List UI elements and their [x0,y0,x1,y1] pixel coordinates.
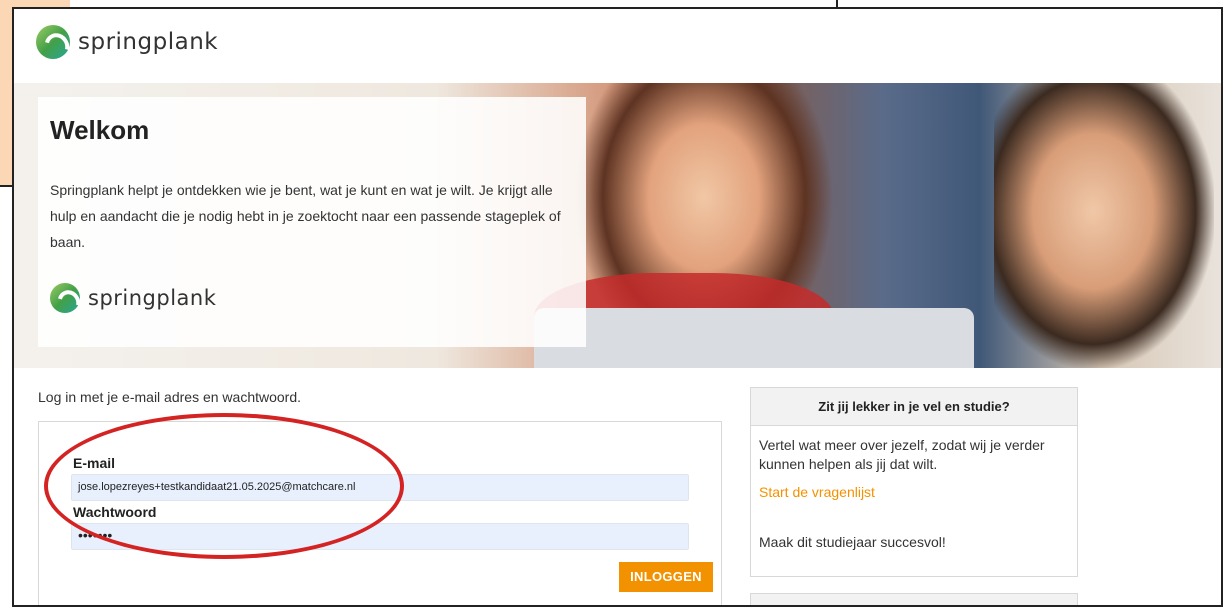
wellbeing-card: Zit jij lekker in je vel en studie? Vert… [750,387,1078,577]
wellbeing-card-tagline: Maak dit studiejaar succesvol! [759,534,946,550]
secondary-card-header [750,593,1078,605]
password-label: Wachtwoord [73,504,157,520]
welcome-description: Springplank helpt je ontdekken wie je be… [50,182,561,250]
wellbeing-card-text: Vertel wat meer over jezelf, zodat wij j… [759,437,1045,472]
hero-banner: Welkom Springplank helpt je ontdekken wi… [14,83,1221,368]
password-field[interactable]: ••••••• [71,523,689,550]
wellbeing-card-title: Zit jij lekker in je vel en studie? [751,388,1077,426]
login-form: E-mail jose.lopezreyes+testkandidaat21.0… [38,421,722,605]
browser-window: springplank Welkom Springplank helpt je … [12,7,1223,607]
top-bar: springplank [14,9,1221,82]
login-intro-text: Log in met je e-mail adres en wachtwoord… [38,389,302,405]
springplank-logo-icon [50,283,80,313]
login-button[interactable]: INLOGGEN [619,562,713,592]
hero-laptop [534,308,974,368]
email-label: E-mail [73,455,116,471]
start-questionnaire-link[interactable]: Start de vragenlijst [759,484,875,500]
springplank-logo-icon [36,25,70,59]
logo-text: springplank [78,29,219,55]
hero-person-man [994,83,1214,368]
welcome-panel-logo: springplank [50,283,216,313]
welcome-title: Welkom [50,115,150,145]
email-field[interactable]: jose.lopezreyes+testkandidaat21.05.2025@… [71,474,689,501]
panel-logo-text: springplank [88,286,217,310]
site-logo[interactable]: springplank [36,25,218,59]
